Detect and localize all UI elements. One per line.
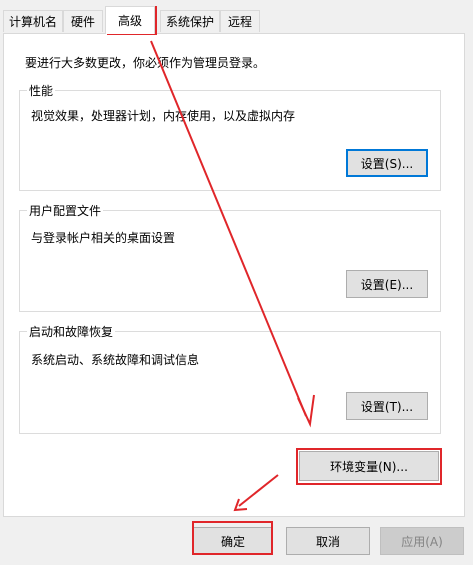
user-profile-settings-button[interactable]: 设置(E)... bbox=[346, 270, 428, 298]
startup-recovery-description: 系统启动、系统故障和调试信息 bbox=[31, 353, 200, 367]
user-profile-title: 用户配置文件 bbox=[27, 202, 104, 219]
admin-note: 要进行大多数更改，你必须作为管理员登录。 bbox=[25, 56, 266, 70]
cancel-button[interactable]: 取消 bbox=[286, 527, 370, 555]
ok-button[interactable]: 确定 bbox=[193, 527, 273, 555]
apply-button[interactable]: 应用(A) bbox=[380, 527, 464, 555]
tab-system-protection[interactable]: 系统保护 bbox=[160, 10, 220, 32]
tab-bar: 计算机名 硬件 高级 系统保护 远程 bbox=[0, 0, 473, 34]
performance-description: 视觉效果，处理器计划，内存使用，以及虚拟内存 bbox=[31, 109, 296, 123]
tab-advanced[interactable]: 高级 bbox=[105, 6, 155, 34]
tab-computer-name[interactable]: 计算机名 bbox=[3, 10, 63, 32]
tab-remote[interactable]: 远程 bbox=[220, 10, 260, 32]
performance-settings-button[interactable]: 设置(S)... bbox=[346, 149, 428, 177]
startup-recovery-group: 启动和故障恢复 系统启动、系统故障和调试信息 设置(T)... bbox=[19, 323, 441, 434]
user-profile-group: 用户配置文件 与登录帐户相关的桌面设置 设置(E)... bbox=[19, 202, 441, 312]
performance-title: 性能 bbox=[27, 82, 56, 99]
startup-recovery-settings-button[interactable]: 设置(T)... bbox=[346, 392, 428, 420]
user-profile-description: 与登录帐户相关的桌面设置 bbox=[31, 231, 176, 245]
startup-recovery-title: 启动和故障恢复 bbox=[27, 323, 116, 340]
tab-hardware[interactable]: 硬件 bbox=[63, 10, 103, 32]
environment-variables-button[interactable]: 环境变量(N)... bbox=[299, 451, 439, 481]
performance-group: 性能 视觉效果，处理器计划，内存使用，以及虚拟内存 设置(S)... bbox=[19, 82, 441, 191]
